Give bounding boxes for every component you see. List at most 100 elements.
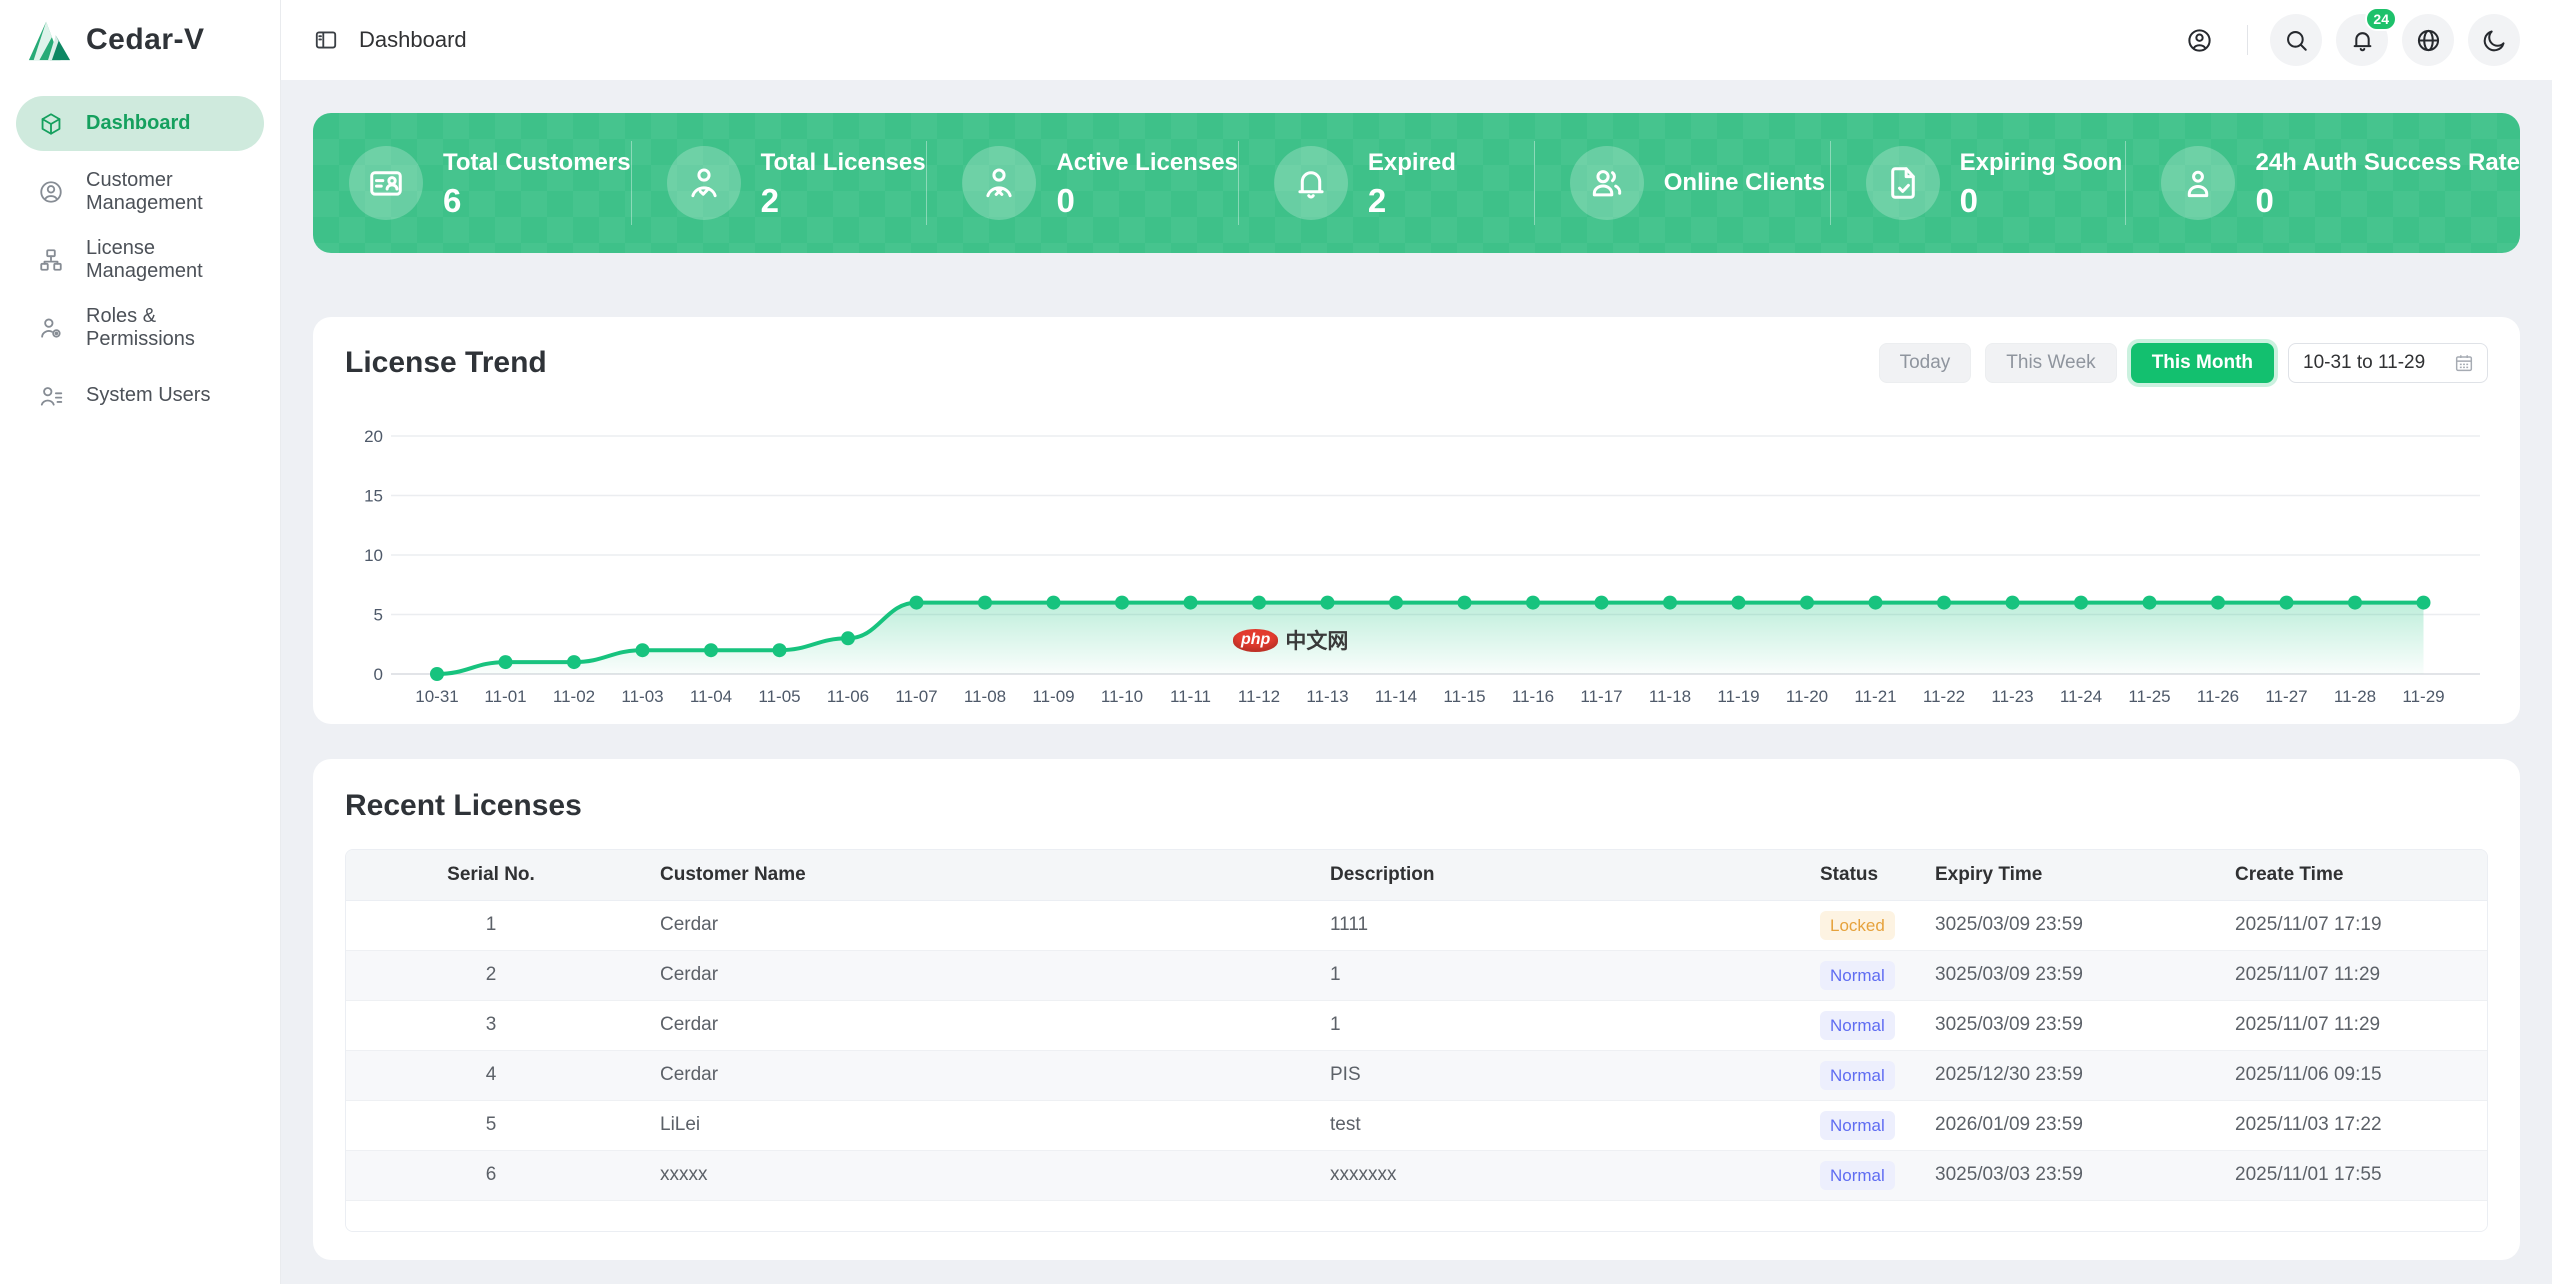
svg-text:11-25: 11-25: [2128, 687, 2170, 706]
cell-create: 2025/11/03 17:22: [2211, 1100, 2487, 1150]
svg-text:11-09: 11-09: [1032, 687, 1074, 706]
sitemap-icon: [38, 247, 64, 273]
stat-active-licenses: Active Licenses 0: [926, 113, 1237, 253]
sidebar-item-license-management[interactable]: License Management: [16, 232, 264, 287]
stats-banner: Total Customers 6 Total Licenses 2: [313, 113, 2520, 253]
users-icon: [1588, 164, 1626, 202]
sidebar-item-dashboard[interactable]: Dashboard: [16, 96, 264, 151]
user-list-icon: [38, 383, 64, 409]
app-name: Cedar-V: [86, 23, 205, 57]
recent-licenses-title: Recent Licenses: [345, 789, 2488, 823]
svg-text:5: 5: [374, 606, 383, 625]
svg-text:11-26: 11-26: [2197, 687, 2239, 706]
cell-serial: 1: [346, 900, 636, 950]
stat-label: Expired: [1368, 149, 1456, 177]
cell-description: 1: [1306, 1000, 1796, 1050]
stat-label: Active Licenses: [1056, 149, 1237, 177]
svg-text:15: 15: [364, 487, 383, 506]
cell-serial: 3: [346, 1000, 636, 1050]
moon-icon: [2481, 27, 2508, 54]
dark-mode-button[interactable]: [2468, 14, 2520, 66]
date-range-picker[interactable]: [2288, 343, 2488, 383]
user-x-icon: [980, 164, 1018, 202]
cell-description: 1111: [1306, 900, 1796, 950]
svg-text:11-12: 11-12: [1238, 687, 1280, 706]
php-watermark: php 中文网: [1233, 625, 1348, 655]
cell-expiry: 2026/01/09 23:59: [1911, 1100, 2211, 1150]
collapse-sidebar-icon[interactable]: [313, 27, 339, 53]
cell-serial: 2: [346, 950, 636, 1000]
status-badge: Normal: [1820, 1161, 1895, 1190]
cell-customer: Cerdar: [636, 1000, 1306, 1050]
stat-label: Online Clients: [1664, 169, 1825, 197]
sidebar-item-roles-permissions[interactable]: Roles & Permissions: [16, 300, 264, 355]
globe-icon: [2415, 27, 2442, 54]
svg-text:11-10: 11-10: [1101, 687, 1143, 706]
sidebar-item-label: Dashboard: [86, 112, 190, 135]
svg-text:11-17: 11-17: [1580, 687, 1622, 706]
svg-text:11-07: 11-07: [895, 687, 937, 706]
cell-serial: 4: [346, 1050, 636, 1100]
svg-text:11-15: 11-15: [1443, 687, 1485, 706]
cell-status: Locked: [1796, 900, 1911, 950]
sidebar-item-label: License Management: [86, 237, 248, 283]
user-gear-icon: [38, 315, 64, 341]
topbar-divider: [2247, 25, 2248, 55]
svg-text:11-18: 11-18: [1649, 687, 1691, 706]
svg-text:11-03: 11-03: [621, 687, 663, 706]
cell-create: 2025/11/01 17:55: [2211, 1150, 2487, 1200]
sidebar-item-customer-management[interactable]: Customer Management: [16, 164, 264, 219]
stat-value: 6: [443, 184, 631, 217]
svg-text:11-08: 11-08: [964, 687, 1006, 706]
svg-text:10-31: 10-31: [415, 687, 458, 706]
filter-today-button[interactable]: Today: [1879, 343, 1972, 383]
svg-text:11-29: 11-29: [2402, 687, 2444, 706]
cell-customer: Cerdar: [636, 1050, 1306, 1100]
bell-icon: [1292, 164, 1330, 202]
cell-create: 2025/11/06 09:15: [2211, 1050, 2487, 1100]
user-avatar-button[interactable]: [2173, 14, 2225, 66]
dashboard-cube-icon: [38, 111, 64, 137]
status-badge: Normal: [1820, 1111, 1895, 1140]
column-serial-no: Serial No.: [346, 850, 636, 900]
svg-text:11-20: 11-20: [1786, 687, 1828, 706]
column-status: Status: [1796, 850, 1911, 900]
stat-label: Total Customers: [443, 149, 631, 177]
stat-expiring-soon: Expiring Soon 0: [1830, 113, 2126, 253]
bell-icon: [2349, 27, 2376, 54]
trend-filters: Today This Week This Month: [1879, 343, 2488, 383]
filter-this-week-button[interactable]: This Week: [1985, 343, 2116, 383]
filter-this-month-button[interactable]: This Month: [2131, 343, 2274, 383]
user-icon: [2179, 164, 2217, 202]
stat-label: 24h Auth Success Rate: [2255, 149, 2520, 177]
recent-licenses-table: Serial No. Customer Name Description Sta…: [345, 849, 2488, 1232]
cell-serial: 5: [346, 1100, 636, 1150]
topbar: Dashboard: [281, 0, 2552, 80]
license-trend-chart[interactable]: 0510152010-3111-0111-0211-0311-0411-0511…: [313, 417, 2520, 724]
svg-text:0: 0: [374, 665, 383, 684]
stat-label: Total Licenses: [761, 149, 926, 177]
status-badge: Locked: [1820, 911, 1895, 940]
column-customer-name: Customer Name: [636, 850, 1306, 900]
cell-status: Normal: [1796, 1000, 1911, 1050]
svg-text:11-19: 11-19: [1717, 687, 1759, 706]
cell-description: PIS: [1306, 1050, 1796, 1100]
svg-text:11-02: 11-02: [553, 687, 595, 706]
notifications-button[interactable]: 24: [2336, 14, 2388, 66]
sidebar-item-system-users[interactable]: System Users: [16, 368, 264, 423]
svg-text:11-21: 11-21: [1854, 687, 1896, 706]
table-row: 5 LiLei test Normal 2026/01/09 23:59 202…: [346, 1100, 2487, 1150]
id-card-icon: [367, 164, 405, 202]
table-row: 4 Cerdar PIS Normal 2025/12/30 23:59 202…: [346, 1050, 2487, 1100]
cell-description: test: [1306, 1100, 1796, 1150]
svg-text:10: 10: [364, 546, 383, 565]
cell-expiry: 3025/03/03 23:59: [1911, 1150, 2211, 1200]
cell-expiry: 3025/03/09 23:59: [1911, 950, 2211, 1000]
svg-text:11-24: 11-24: [2060, 687, 2102, 706]
date-range-input[interactable]: [2303, 352, 2445, 374]
svg-text:20: 20: [364, 427, 383, 446]
search-button[interactable]: [2270, 14, 2322, 66]
calendar-icon[interactable]: [2453, 352, 2475, 374]
logo: Cedar-V: [0, 0, 280, 80]
language-button[interactable]: [2402, 14, 2454, 66]
